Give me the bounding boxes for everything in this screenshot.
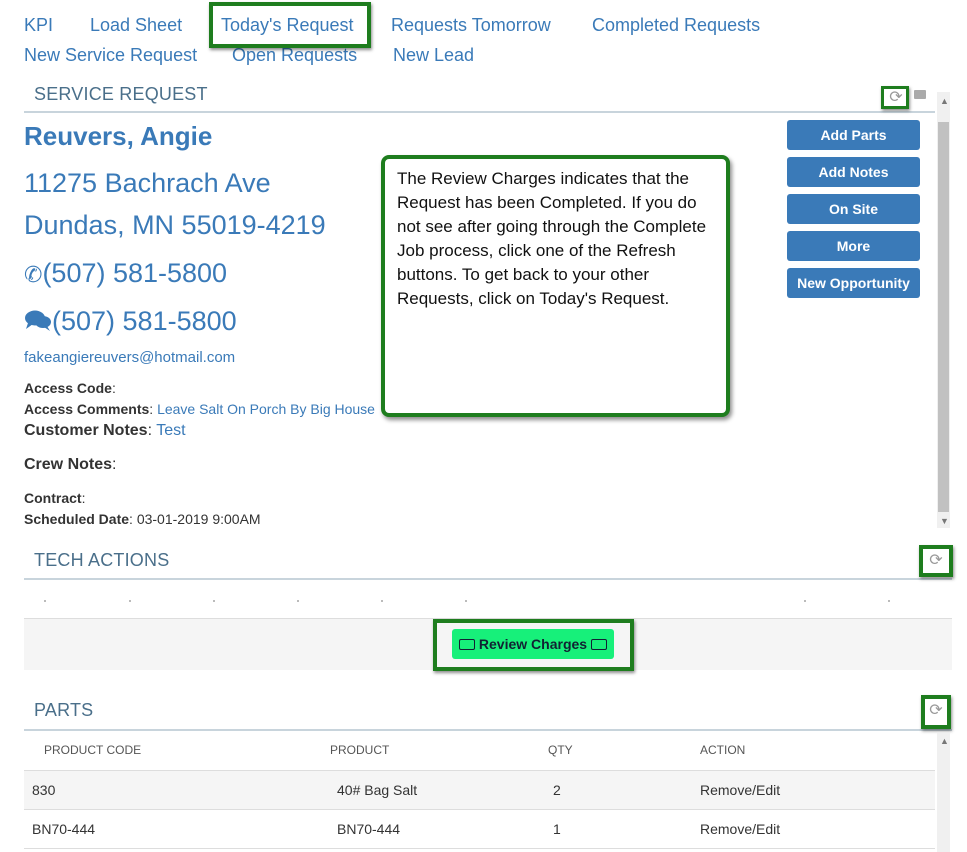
customer-name: Reuvers, Angie [24, 121, 213, 151]
nav-load-sheet[interactable]: Load Sheet [90, 15, 182, 36]
remove-edit-link[interactable]: Remove/Edit [699, 809, 935, 849]
refresh-highlight-tech [919, 545, 953, 577]
refresh-highlight-parts [921, 695, 951, 729]
service-request-scroll-thumb[interactable] [938, 122, 949, 512]
on-site-button[interactable]: On Site [787, 194, 920, 224]
text-row[interactable]: (507) 581-5800 [24, 306, 237, 337]
access-comments-label: Access Comments [24, 401, 150, 417]
nav-new-service-request[interactable]: New Service Request [24, 45, 197, 66]
part-code: BN70-444 [24, 809, 329, 849]
nav-completed-requests[interactable]: Completed Requests [592, 15, 760, 36]
review-charges-highlight [433, 619, 634, 671]
parts-header-row: PRODUCT CODE PRODUCT QTY ACTION [24, 730, 935, 771]
chat-bubbles-icon [25, 310, 51, 331]
customer-notes-row: Customer Notes: Test [24, 422, 186, 439]
todays-request-highlight [209, 2, 371, 48]
part-qty: 2 [547, 770, 699, 810]
part-qty: 1 [547, 809, 699, 849]
tech-actions-divider [24, 578, 952, 580]
refresh-highlight-top [881, 86, 909, 109]
nav-kpi[interactable]: KPI [24, 15, 53, 36]
col-action: ACTION [699, 730, 935, 771]
table-row: 830 40# Bag Salt 2 Remove/Edit [24, 770, 935, 810]
service-request-title: SERVICE REQUEST [34, 84, 208, 104]
nav-open-requests[interactable]: Open Requests [232, 45, 357, 66]
scheduled-date-row: Scheduled Date: 03-01-2019 9:00AM [24, 511, 261, 527]
col-product-code: PRODUCT CODE [24, 730, 329, 771]
address-line2[interactable]: Dundas, MN 55019-4219 [24, 210, 326, 241]
parts-table: PRODUCT CODE PRODUCT QTY ACTION 830 40# … [24, 730, 935, 849]
customer-notes-label: Customer Notes [24, 422, 148, 439]
scheduled-date-value: 03-01-2019 9:00AM [136, 511, 261, 527]
instruction-callout: The Review Charges indicates that the Re… [381, 155, 730, 417]
callout-text: The Review Charges indicates that the Re… [397, 169, 707, 308]
access-code-row: Access Code: [24, 380, 116, 396]
crew-notes-label: Crew Notes [24, 456, 113, 473]
col-product: PRODUCT [329, 730, 547, 771]
nav-new-lead[interactable]: New Lead [393, 45, 474, 66]
scroll-up-icon[interactable]: ▲ [940, 96, 949, 106]
parts-title: PARTS [34, 700, 94, 720]
add-parts-button[interactable]: Add Parts [787, 120, 920, 150]
access-comments-row: Access Comments: Leave Salt On Porch By … [24, 401, 375, 417]
contract-label: Contract [24, 490, 82, 506]
text-phone-number[interactable]: (507) 581-5800 [52, 306, 237, 336]
part-product: 40# Bag Salt [329, 770, 547, 810]
address-line1[interactable]: 11275 Bachrach Ave [24, 168, 271, 199]
contract-row: Contract: [24, 490, 86, 506]
part-product: BN70-444 [329, 809, 547, 849]
parts-scroll-up-icon[interactable]: ▲ [940, 736, 949, 746]
col-qty: QTY [547, 730, 699, 771]
parts-scrollbar[interactable] [937, 733, 950, 852]
access-comments-value: Leave Salt On Porch By Big House [157, 401, 375, 417]
remove-edit-link[interactable]: Remove/Edit [699, 770, 935, 810]
folder-icon[interactable] [914, 90, 926, 99]
add-notes-button[interactable]: Add Notes [787, 157, 920, 187]
phone-row[interactable]: ✆(507) 581-5800 [24, 258, 227, 289]
phone-number[interactable]: (507) 581-5800 [42, 258, 227, 288]
service-request-divider [24, 111, 935, 113]
email-link[interactable]: fakeangiereuvers@hotmail.com [24, 349, 235, 366]
part-code: 830 [24, 770, 329, 810]
more-button[interactable]: More [787, 231, 920, 261]
table-row: BN70-444 BN70-444 1 Remove/Edit [24, 809, 935, 849]
nav-requests-tomorrow[interactable]: Requests Tomorrow [391, 15, 551, 36]
scheduled-date-label: Scheduled Date [24, 511, 130, 527]
scroll-down-icon[interactable]: ▼ [940, 516, 949, 526]
access-code-label: Access Code [24, 380, 112, 396]
crew-notes-row: Crew Notes: [24, 456, 117, 473]
customer-notes-value: Test [156, 422, 186, 439]
tech-actions-title: TECH ACTIONS [34, 550, 170, 570]
new-opportunity-button[interactable]: New Opportunity [787, 268, 920, 298]
phone-icon: ✆ [24, 262, 43, 287]
tech-actions-dots [24, 600, 935, 604]
